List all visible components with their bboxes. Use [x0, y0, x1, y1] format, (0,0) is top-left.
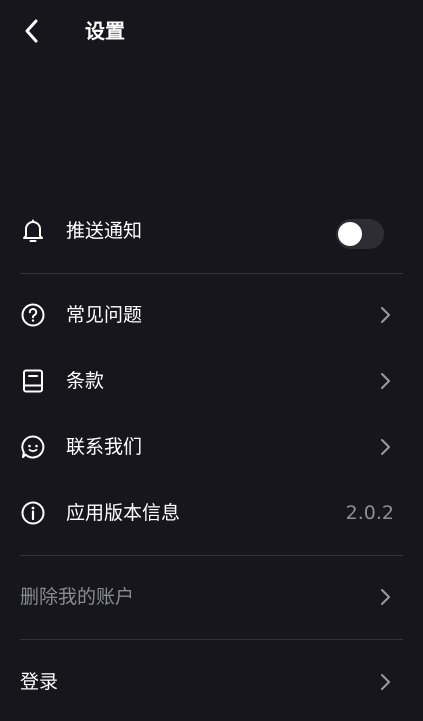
- version-value: 2.0.2: [345, 502, 394, 524]
- divider: [20, 639, 403, 640]
- toggle-knob: [338, 222, 362, 246]
- terms-row[interactable]: 条款: [0, 355, 423, 407]
- bell-icon: [20, 218, 46, 244]
- divider: [20, 555, 403, 556]
- delete-account-row[interactable]: 删除我的账户: [0, 571, 423, 623]
- push-notification-label: 推送通知: [66, 220, 143, 242]
- chevron-right-icon: [375, 672, 395, 692]
- info-circle-icon: [20, 500, 46, 526]
- chevron-left-icon: [25, 19, 38, 43]
- version-row: 应用版本信息 2.0.2: [0, 487, 423, 539]
- faq-label: 常见问题: [66, 304, 143, 326]
- page-title: 设置: [85, 19, 125, 43]
- delete-account-label: 删除我的账户: [20, 586, 135, 608]
- contact-label: 联系我们: [66, 436, 143, 458]
- chevron-right-icon: [375, 371, 395, 391]
- chevron-right-icon: [375, 437, 395, 457]
- book-icon: [20, 368, 46, 394]
- question-circle-icon: [20, 302, 46, 328]
- header: 设置: [0, 0, 423, 62]
- contact-row[interactable]: 联系我们: [0, 421, 423, 473]
- push-notification-row: 推送通知: [0, 205, 423, 257]
- chat-bubble-icon: [20, 434, 46, 460]
- push-notification-toggle[interactable]: [336, 219, 384, 249]
- login-row[interactable]: 登录: [0, 656, 423, 708]
- version-label: 应用版本信息: [66, 502, 181, 524]
- login-label: 登录: [20, 671, 59, 693]
- terms-label: 条款: [66, 370, 105, 392]
- back-button[interactable]: [14, 14, 50, 48]
- divider: [20, 273, 403, 274]
- chevron-right-icon: [375, 587, 395, 607]
- faq-row[interactable]: 常见问题: [0, 289, 423, 341]
- chevron-right-icon: [375, 305, 395, 325]
